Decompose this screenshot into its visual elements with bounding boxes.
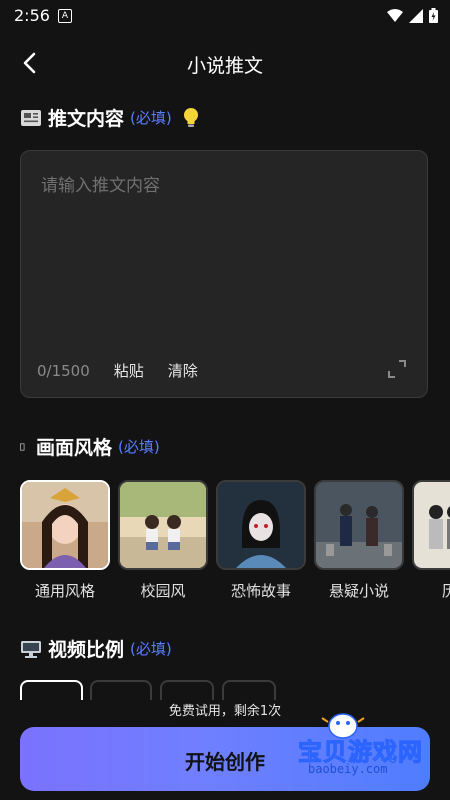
newspaper-icon — [21, 109, 41, 126]
status-bar: 2:56 A — [0, 0, 450, 32]
ratio-options — [20, 680, 450, 700]
style-image-general — [22, 482, 108, 568]
required-tag: (必填) — [118, 438, 160, 456]
status-icons — [387, 8, 438, 23]
content-section-header: 推文内容 (必填) — [20, 104, 200, 131]
style-option-history[interactable]: 历史 — [412, 480, 450, 601]
style-thumbnail — [20, 480, 110, 570]
status-time: 2:56 — [14, 6, 50, 25]
content-section-title: 推文内容 — [48, 108, 125, 130]
expand-icon[interactable] — [387, 359, 407, 379]
picture-icon — [20, 442, 25, 451]
style-image-campus — [120, 482, 206, 568]
style-option-mystery[interactable]: 悬疑小说 — [314, 480, 404, 601]
required-tag: (必填) — [130, 640, 172, 658]
battery-icon — [429, 8, 438, 23]
lightbulb-icon[interactable] — [182, 107, 200, 129]
ratio-section-title: 视频比例 — [48, 639, 125, 661]
paste-button[interactable]: 粘贴 — [114, 360, 144, 381]
style-section-header: 画面风格 (必填) — [20, 433, 160, 460]
content-textarea[interactable]: 请输入推文内容 0/1500 粘贴 清除 — [20, 150, 428, 398]
style-thumbnail — [216, 480, 306, 570]
style-label: 历史 — [441, 582, 450, 600]
style-thumbnail — [314, 480, 404, 570]
signal-icon — [409, 8, 423, 23]
style-label: 悬疑小说 — [328, 582, 389, 600]
required-tag: (必填) — [130, 109, 172, 127]
ratio-option[interactable] — [222, 680, 276, 700]
style-option-campus[interactable]: 校园风 — [118, 480, 208, 601]
watermark: 宝贝游戏网 baobeiy.com — [290, 708, 440, 786]
ratio-option[interactable] — [20, 680, 83, 700]
notification-icon: A — [58, 9, 72, 23]
ratio-option[interactable] — [160, 680, 214, 700]
style-image-horror — [218, 482, 304, 568]
style-option-horror[interactable]: 恐怖故事 — [216, 480, 306, 601]
ratio-option[interactable] — [90, 680, 152, 700]
style-options: 通用风格 校园风 恐怖故事 悬疑小说 历 — [20, 480, 450, 610]
monitor-icon — [21, 640, 41, 658]
content-footer: 0/1500 粘贴 清除 — [37, 360, 198, 381]
style-image-mystery — [316, 482, 402, 568]
style-label: 校园风 — [140, 582, 186, 600]
navbar: 小说推文 — [0, 36, 450, 92]
wifi-icon — [387, 8, 403, 22]
clear-button[interactable]: 清除 — [168, 360, 198, 381]
char-count: 0/1500 — [37, 361, 90, 380]
ratio-section-header: 视频比例 (必填) — [20, 635, 172, 662]
page-title: 小说推文 — [186, 55, 263, 77]
style-thumbnail — [412, 480, 450, 570]
style-label: 恐怖故事 — [230, 582, 291, 600]
style-option-general[interactable]: 通用风格 — [20, 480, 110, 601]
style-section-title: 画面风格 — [36, 437, 113, 459]
style-image-history — [414, 482, 450, 568]
content-placeholder: 请输入推文内容 — [41, 176, 160, 196]
watermark-url: baobeiy.com — [308, 762, 388, 776]
style-thumbnail — [118, 480, 208, 570]
style-label: 通用风格 — [34, 582, 95, 600]
